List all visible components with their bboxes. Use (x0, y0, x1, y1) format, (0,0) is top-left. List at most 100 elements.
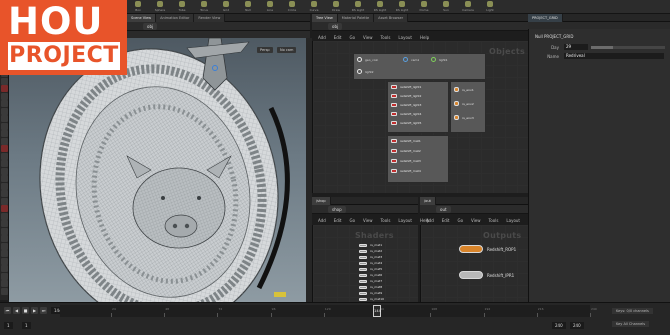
tab-network_top-tabs-1[interactable]: Material Palette (337, 14, 375, 22)
name-field[interactable]: Redriveal (564, 53, 664, 59)
shelf-tool-14[interactable]: Sun (438, 1, 454, 13)
shader-item[interactable]: rs_mat9 (359, 291, 382, 295)
viewport-tool-button[interactable] (1, 77, 8, 85)
viewport-tool-button[interactable] (1, 167, 8, 175)
viewport-tool-button[interactable] (1, 182, 8, 190)
menu-item-help[interactable]: Help (420, 35, 429, 40)
menu-item-edit[interactable]: Edit (334, 35, 342, 40)
shelf-tool-13[interactable]: Dome (416, 1, 432, 13)
network-node[interactable]: redshift_light1 (391, 85, 421, 89)
menu-item-go[interactable]: Go (350, 218, 356, 223)
viewport-tool-button[interactable] (1, 280, 8, 287)
shelf-tool-11[interactable]: RS Light (372, 1, 388, 13)
tab-viewport-tabs-0[interactable]: Scene View (127, 14, 157, 22)
network-node[interactable]: rs_env2 (454, 101, 474, 106)
tab-out_pane-tabs-0[interactable]: /out (420, 197, 436, 205)
tab-network_top-tabs-2[interactable]: Asset Browser (374, 14, 409, 22)
jump-start-button[interactable]: ⏮ (4, 307, 11, 314)
shader-item[interactable]: rs_mat4 (359, 261, 382, 265)
viewport-tool-button[interactable] (1, 152, 8, 160)
viewport-tool-button[interactable] (1, 85, 8, 92)
viewport-tool-button[interactable] (1, 115, 8, 122)
shelf-tool-0[interactable]: Box (130, 1, 146, 13)
object-network-editor[interactable]: Objects geo_coin cam1 light1 light2 redshif… (312, 41, 528, 193)
viewport-tool-button[interactable] (1, 137, 8, 145)
shelf-tool-5[interactable]: Null (240, 1, 256, 13)
timeline-ruler[interactable]: 24487296120144168192216240144 (60, 305, 597, 317)
viewport-tool-button[interactable] (1, 257, 8, 265)
menu-item-tools[interactable]: Tools (381, 218, 391, 223)
shader-item[interactable]: rs_mat5 (359, 267, 382, 271)
viewport-tool-button[interactable] (1, 122, 8, 130)
menu-item-layout[interactable]: Layout (506, 218, 520, 223)
network-node[interactable]: redshift_mat2 (391, 149, 421, 153)
play-button[interactable]: ▶ (31, 307, 38, 314)
viewport-tool-button[interactable] (1, 242, 8, 250)
object-node[interactable]: light2 (357, 69, 374, 74)
object-node[interactable]: cam1 (403, 57, 419, 62)
shader-item[interactable]: rs_mat8 (359, 285, 382, 289)
shader-item[interactable]: rs_mat3 (359, 255, 382, 259)
viewport-tool-button[interactable] (1, 107, 8, 115)
step-back-button[interactable]: ◀ (13, 307, 20, 314)
viewport-tool-button[interactable] (1, 145, 8, 152)
menu-item-view[interactable]: View (471, 218, 481, 223)
network-node[interactable]: rs_env1 (454, 87, 474, 92)
start-frame-field-2[interactable]: 1 (22, 322, 31, 329)
jump-end-button[interactable]: ⏭ (40, 307, 47, 314)
menu-item-layout[interactable]: Layout (398, 35, 412, 40)
menu-item-add[interactable]: Add (318, 218, 326, 223)
menu-item-layout[interactable]: Layout (398, 218, 412, 223)
menu-item-add[interactable]: Add (426, 218, 434, 223)
shelf-tool-10[interactable]: RS Light (350, 1, 366, 13)
shelf-tool-3[interactable]: Torus (196, 1, 212, 13)
menu-item-view[interactable]: View (363, 218, 373, 223)
shader-item[interactable]: rs_mat10 (359, 297, 384, 301)
network-node[interactable]: rs_env3 (454, 115, 474, 120)
shader-item[interactable]: rs_mat6 (359, 273, 382, 277)
menu-item-tools[interactable]: Tools (381, 35, 391, 40)
viewport-tool-button[interactable] (1, 100, 8, 107)
viewport-tool-button[interactable] (1, 235, 8, 242)
end-frame-field-2[interactable]: 240 (570, 322, 584, 329)
viewport-tool-button[interactable] (1, 287, 8, 295)
menu-item-tools[interactable]: Tools (489, 218, 499, 223)
shader-item[interactable]: rs_mat7 (359, 279, 382, 283)
shelf-tool-4[interactable]: Grid (218, 1, 234, 13)
day-field[interactable]: 29 (564, 44, 588, 50)
network-node[interactable]: redshift_light3 (391, 103, 421, 107)
menu-item-view[interactable]: View (363, 35, 373, 40)
viewport-tool-button[interactable] (1, 175, 8, 182)
shader-item[interactable]: rs_mat1 (359, 243, 382, 247)
viewport-tool-button[interactable] (1, 250, 8, 257)
shader-item[interactable]: rs_mat2 (359, 249, 382, 253)
network-node[interactable]: redshift_mat1 (391, 139, 421, 143)
menu-item-edit[interactable]: Edit (334, 218, 342, 223)
stop-button[interactable]: ■ (22, 307, 29, 314)
network-node[interactable]: redshift_light4 (391, 112, 421, 116)
menu-item-edit[interactable]: Edit (442, 218, 450, 223)
menu-item-go[interactable]: Go (350, 35, 356, 40)
viewport-tool-button[interactable] (1, 212, 8, 220)
rop-node[interactable]: Redshift_ROP1 (459, 245, 516, 253)
network-node[interactable]: redshift_light2 (391, 94, 421, 98)
tab-viewport-tabs-1[interactable]: Animation Editor (156, 14, 195, 22)
viewport-tool-button[interactable] (1, 130, 8, 137)
end-frame-field[interactable]: 240 (552, 322, 566, 329)
out-network-editor[interactable]: Outputs Redshift_ROP1 Redshift_IPR1 (420, 225, 528, 302)
menu-item-go[interactable]: Go (458, 218, 464, 223)
shop-path-crumb[interactable]: shop (328, 205, 346, 213)
object-node[interactable]: geo_coin (357, 57, 378, 62)
menu-item-add[interactable]: Add (318, 35, 326, 40)
viewport-tool-button[interactable] (1, 220, 8, 227)
viewport-tool-button[interactable] (1, 265, 8, 272)
network-path-crumb[interactable]: obj (328, 22, 343, 30)
out-path-crumb[interactable]: out (436, 205, 451, 213)
rop-node[interactable]: Redshift_IPR1 (459, 271, 514, 279)
shelf-tool-16[interactable]: Light (482, 1, 498, 13)
viewport-tool-button[interactable] (1, 205, 8, 212)
viewport-tool-button[interactable] (1, 190, 8, 197)
viewport-tool-button[interactable] (1, 197, 8, 205)
shelf-tool-12[interactable]: RS Light (394, 1, 410, 13)
timeline-playhead[interactable]: 144 (373, 305, 382, 317)
